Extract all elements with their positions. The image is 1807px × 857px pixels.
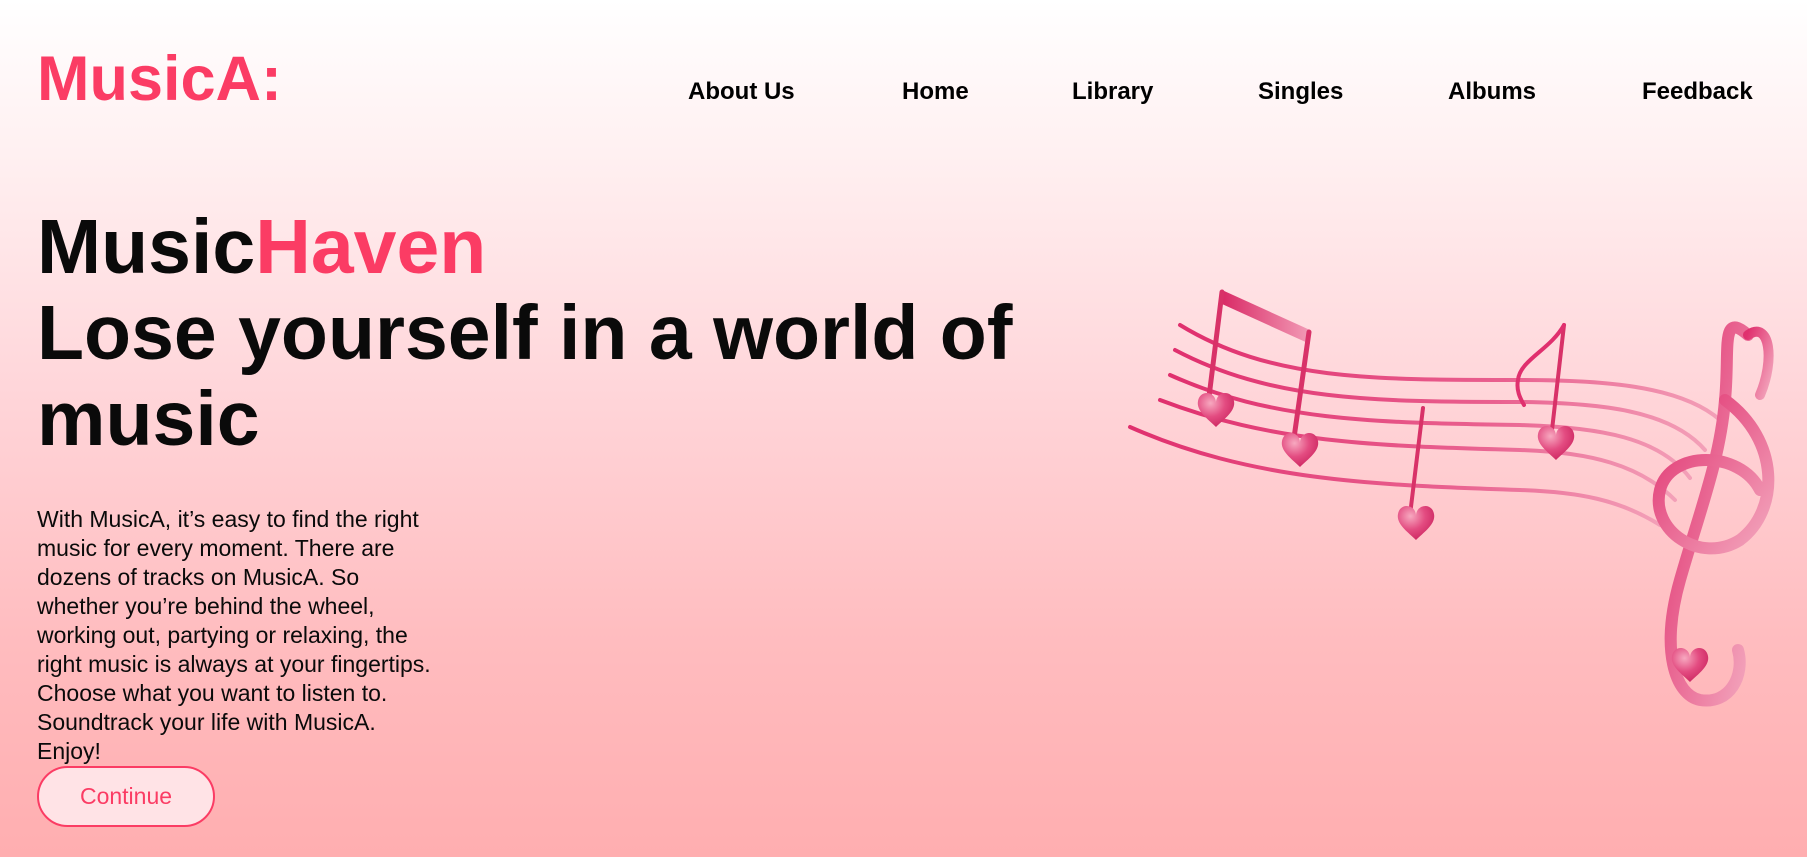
music-staff-hearts-treble-clef-icon (1128, 289, 1775, 707)
nav-home[interactable]: Home (902, 78, 969, 106)
nav-library[interactable]: Library (1072, 78, 1153, 106)
nav-albums[interactable]: Albums (1448, 78, 1536, 106)
hero-title-music: Music (37, 204, 256, 290)
single-note-middle (1397, 406, 1435, 540)
main-nav: About Us Home Library Singles Albums Fee… (0, 78, 1807, 108)
eighth-notes-pair (1197, 289, 1319, 467)
hero-subtitle: Lose yourself in a world of music (37, 290, 1013, 462)
single-note-right (1515, 323, 1575, 460)
nav-about-us[interactable]: About Us (688, 78, 795, 106)
hero-description: With MusicA, it’s easy to find the right… (37, 506, 431, 764)
nav-singles[interactable]: Singles (1258, 78, 1343, 106)
hero-title-haven: Haven (255, 204, 487, 290)
staff-lines (1128, 323, 1722, 527)
treble-clef (1652, 321, 1775, 707)
nav-feedback[interactable]: Feedback (1642, 78, 1753, 106)
hero-title: MusicHaven Lose yourself in a world of mu… (37, 204, 1097, 462)
continue-button[interactable]: Continue (37, 766, 215, 827)
